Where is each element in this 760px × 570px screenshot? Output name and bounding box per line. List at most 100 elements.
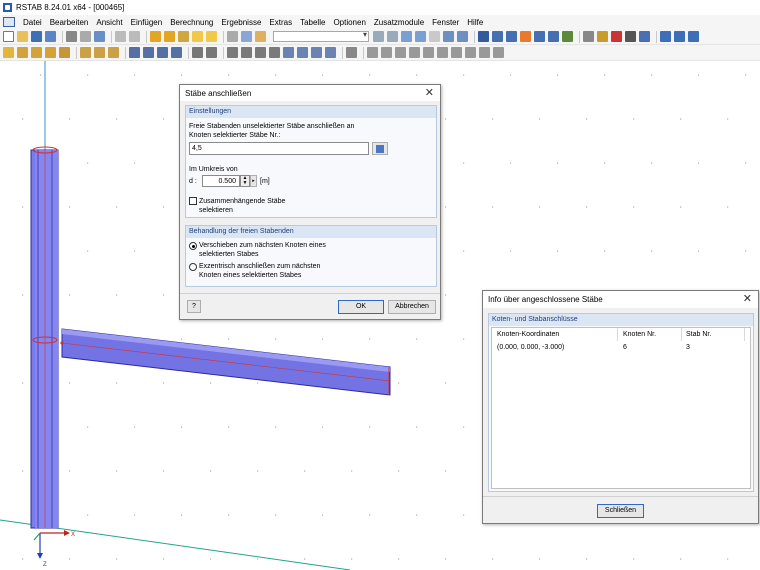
info-icon[interactable] — [192, 31, 203, 42]
table-icon[interactable] — [227, 31, 238, 42]
menu-tabelle[interactable]: Tabelle — [296, 18, 329, 27]
view-x-icon[interactable] — [283, 47, 294, 58]
menu-ergebnisse[interactable]: Ergebnisse — [217, 18, 265, 27]
spline-icon[interactable] — [423, 47, 434, 58]
select-icon[interactable] — [206, 31, 217, 42]
section-icon[interactable] — [443, 31, 454, 42]
check-icon[interactable] — [562, 31, 573, 42]
support-node-icon[interactable] — [31, 47, 42, 58]
search-icon[interactable] — [583, 31, 594, 42]
grid-icon[interactable] — [492, 31, 503, 42]
measure-icon[interactable] — [164, 31, 175, 42]
prev-icon[interactable] — [373, 31, 384, 42]
redo-icon[interactable] — [129, 31, 140, 42]
view-z-icon[interactable] — [311, 47, 322, 58]
new-file-icon[interactable] — [3, 31, 14, 42]
dimension-icon[interactable] — [192, 47, 203, 58]
filter-icon[interactable] — [548, 31, 559, 42]
node-icon[interactable] — [3, 47, 14, 58]
zoom-icon[interactable] — [227, 47, 238, 58]
hand-icon[interactable] — [255, 31, 266, 42]
menu-bearbeiten[interactable]: Bearbeiten — [46, 18, 93, 27]
deformation-icon[interactable] — [415, 31, 426, 42]
help-button[interactable]: ? — [187, 300, 201, 313]
save-all-icon[interactable] — [45, 31, 56, 42]
section-cut-icon[interactable] — [367, 47, 378, 58]
panel-icon[interactable] — [241, 31, 252, 42]
divide-icon[interactable] — [437, 47, 448, 58]
table-row[interactable]: (0.000, 0.000, -3.000) 6 3 — [492, 342, 750, 353]
menu-optionen[interactable]: Optionen — [329, 18, 369, 27]
pan-icon[interactable] — [269, 47, 280, 58]
results-icon[interactable] — [401, 31, 412, 42]
menu-datei[interactable]: Datei — [19, 18, 46, 27]
copy-icon[interactable] — [143, 47, 154, 58]
close-icon[interactable]: ✕ — [425, 86, 434, 99]
arc-icon[interactable] — [395, 47, 406, 58]
mirror-icon[interactable] — [171, 47, 182, 58]
imposed-icon[interactable] — [108, 47, 119, 58]
print-preview-icon[interactable] — [80, 31, 91, 42]
printout-report-icon[interactable] — [94, 31, 105, 42]
view-iso-icon[interactable] — [325, 47, 336, 58]
extend-icon[interactable] — [465, 47, 476, 58]
radius-options-button[interactable]: ▸ — [250, 175, 257, 187]
close-icon[interactable]: ✕ — [743, 292, 752, 305]
about-icon[interactable] — [688, 31, 699, 42]
move-to-node-radio[interactable] — [189, 242, 197, 250]
rotate-icon[interactable] — [157, 47, 168, 58]
render-icon[interactable] — [478, 31, 489, 42]
close-button[interactable]: Schließen — [597, 504, 644, 518]
highlight-icon[interactable] — [520, 31, 531, 42]
menu-einfuegen[interactable]: Einfügen — [127, 18, 167, 27]
view-y-icon[interactable] — [297, 47, 308, 58]
hinge-icon[interactable] — [45, 47, 56, 58]
tools-icon[interactable] — [625, 31, 636, 42]
next-icon[interactable] — [387, 31, 398, 42]
member-icon[interactable] — [17, 47, 28, 58]
values-icon[interactable] — [429, 31, 440, 42]
menu-berechnung[interactable]: Berechnung — [166, 18, 217, 27]
view-icon[interactable] — [534, 31, 545, 42]
eccentric-connect-radio[interactable] — [189, 263, 197, 271]
delete-icon[interactable] — [493, 47, 504, 58]
snap-icon[interactable] — [506, 31, 517, 42]
connect-icon[interactable] — [451, 47, 462, 58]
comment-icon[interactable] — [206, 47, 217, 58]
menu-hilfe[interactable]: Hilfe — [463, 18, 487, 27]
open-folder-icon[interactable] — [17, 31, 28, 42]
pencil-icon[interactable] — [150, 31, 161, 42]
error-icon[interactable] — [611, 31, 622, 42]
menu-fenster[interactable]: Fenster — [428, 18, 463, 27]
print-icon[interactable] — [66, 31, 77, 42]
radius-input[interactable]: 0.500 — [202, 175, 240, 187]
menu-extras[interactable]: Extras — [265, 18, 296, 27]
nodal-load-icon[interactable] — [80, 47, 91, 58]
menu-zusatzmodule[interactable]: Zusatzmodule — [370, 18, 428, 27]
warning-icon[interactable] — [597, 31, 608, 42]
load-icon[interactable] — [59, 47, 70, 58]
diagram-icon[interactable] — [457, 31, 468, 42]
line-icon[interactable] — [381, 47, 392, 58]
column-member[interactable] — [30, 146, 59, 529]
document-icon[interactable] — [3, 17, 15, 27]
member-load-icon[interactable] — [94, 47, 105, 58]
window-icon[interactable] — [660, 31, 671, 42]
gear-icon[interactable] — [178, 31, 189, 42]
zoom-all-icon[interactable] — [241, 47, 252, 58]
move-icon[interactable] — [129, 47, 140, 58]
undo-icon[interactable] — [115, 31, 126, 42]
help-icon[interactable] — [674, 31, 685, 42]
save-icon[interactable] — [31, 31, 42, 42]
polyline-icon[interactable] — [409, 47, 420, 58]
pick-members-button[interactable] — [372, 142, 388, 155]
zoom-window-icon[interactable] — [255, 47, 266, 58]
ok-button[interactable]: OK — [338, 300, 384, 314]
join-icon[interactable] — [479, 47, 490, 58]
beam-member[interactable] — [60, 328, 391, 396]
menu-ansicht[interactable]: Ansicht — [92, 18, 126, 27]
display-icon[interactable] — [346, 47, 357, 58]
connected-members-checkbox[interactable] — [189, 197, 197, 205]
cancel-button[interactable]: Abbrechen — [388, 300, 436, 314]
members-input[interactable]: 4,5 — [189, 142, 369, 155]
